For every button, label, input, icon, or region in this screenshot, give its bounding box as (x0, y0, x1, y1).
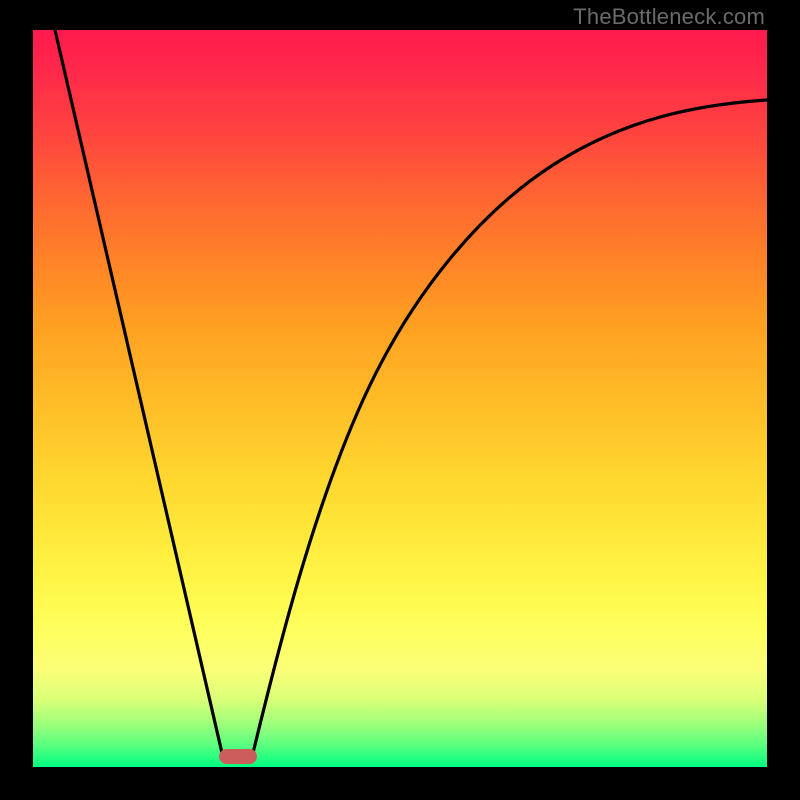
watermark-text: TheBottleneck.com (573, 4, 765, 30)
chart-curve (33, 30, 767, 767)
chart-frame (33, 30, 767, 767)
curve-left-branch (55, 30, 222, 753)
curve-right-branch (253, 100, 767, 753)
min-marker (219, 749, 257, 764)
